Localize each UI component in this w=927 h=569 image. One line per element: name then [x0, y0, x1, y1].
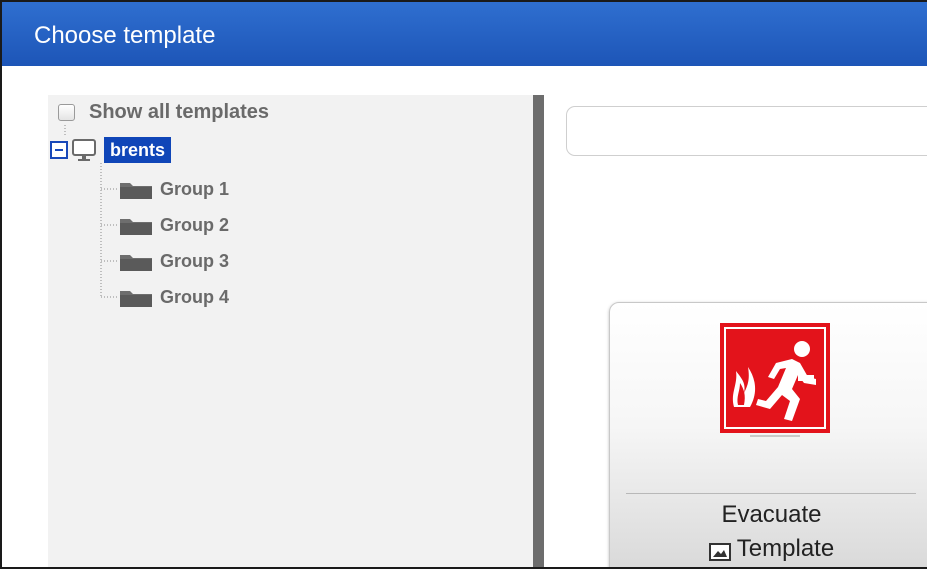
tree-node-label: Group 1: [160, 178, 230, 199]
template-search-input[interactable]: [566, 106, 927, 156]
tree-node-label[interactable]: brents: [104, 137, 172, 163]
show-all-checkbox[interactable]: [58, 104, 75, 121]
template-type-label: Template: [736, 535, 835, 562]
tree-node-group-4[interactable]: Group 4: [118, 282, 229, 312]
tree-node-label: Group 4: [160, 286, 230, 307]
collapse-toggle-icon[interactable]: [50, 141, 68, 159]
panel-splitter[interactable]: [533, 95, 544, 567]
tree-node-label: Group 2: [160, 214, 230, 235]
template-name: Evacuate: [721, 501, 822, 528]
folder-icon: [118, 214, 154, 236]
folder-icon: [118, 250, 154, 272]
choose-template-dialog: Choose template Show all templates brent…: [0, 0, 927, 569]
template-card-evacuate[interactable]: Evacuate Template: [609, 302, 927, 567]
folder-icon: [118, 178, 154, 200]
monitor-icon: [70, 137, 98, 163]
tree-node-group-2[interactable]: Group 2: [118, 210, 229, 240]
fire-exit-icon: [720, 323, 830, 439]
card-divider: [626, 493, 916, 494]
dialog-title: Choose template: [34, 22, 216, 49]
show-all-label: Show all templates: [89, 101, 270, 123]
image-icon: [708, 540, 731, 561]
template-tree-panel: Show all templates brents Group 1 Group …: [48, 95, 533, 567]
dialog-titlebar: Choose template: [2, 2, 927, 66]
tree-node-group-3[interactable]: Group 3: [118, 246, 229, 276]
tree-node-group-1[interactable]: Group 1: [118, 174, 229, 204]
folder-icon: [118, 286, 154, 308]
tree-node-brents[interactable]: brents: [50, 135, 172, 165]
show-all-templates-toggle[interactable]: Show all templates: [58, 101, 269, 124]
template-type: Template: [610, 535, 927, 563]
tree-node-label: Group 3: [160, 250, 230, 271]
